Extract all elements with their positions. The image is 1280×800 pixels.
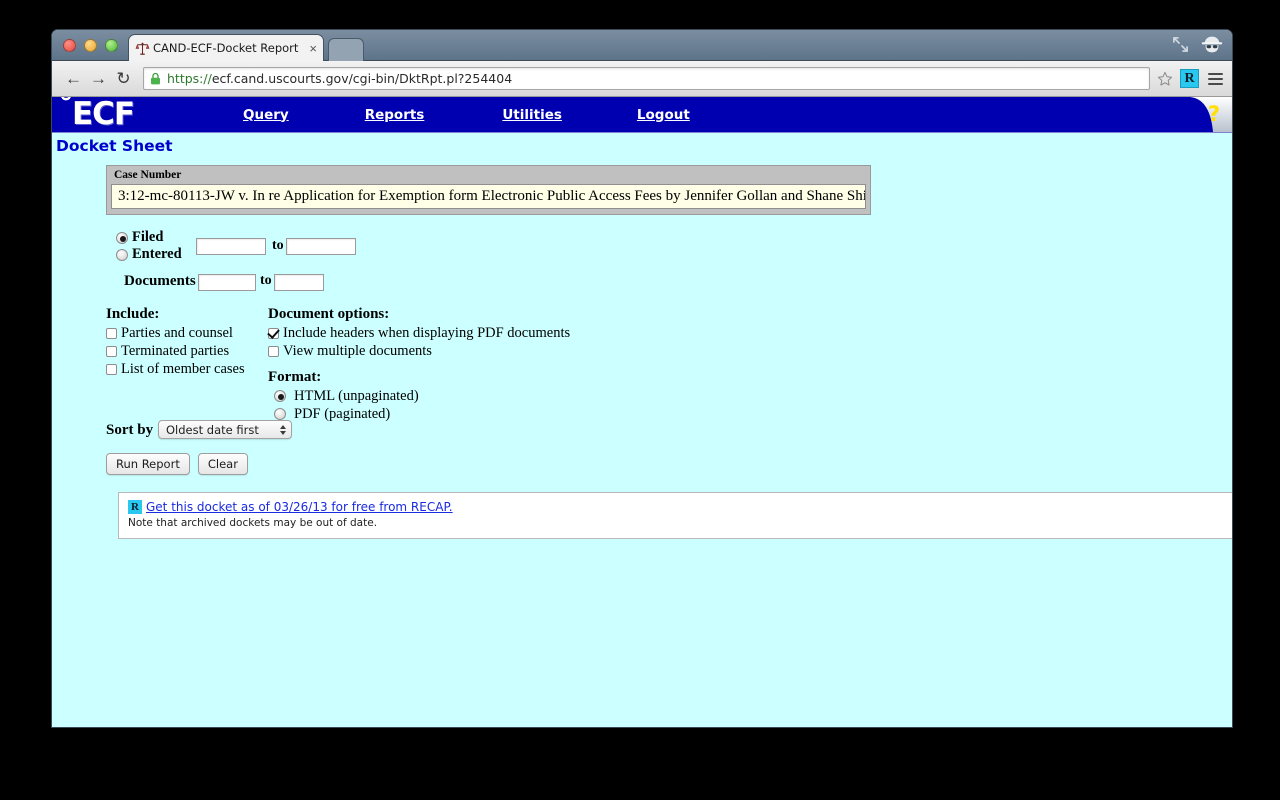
list-of-member-cases-label: List of member cases [121, 360, 245, 377]
radio-row-html[interactable]: HTML (unpaginated) [268, 387, 688, 405]
nav-item-logout[interactable]: Logout [637, 107, 690, 123]
terminated-parties-label: Terminated parties [121, 342, 230, 359]
checkbox-row-view-multiple[interactable]: View multiple documents [268, 342, 688, 360]
cmecf-navigation-bar: CM ECF Query Reports Utilities Logout [52, 97, 1232, 132]
forward-button[interactable]: → [86, 66, 111, 91]
document-options-heading: Document options: [268, 306, 390, 322]
radio-option-filed[interactable]: Filed [116, 229, 182, 246]
browser-tab[interactable]: CAND-ECF-Docket Report × [128, 34, 324, 61]
form-button-row: Run Report Clear [106, 453, 1232, 475]
recap-extension-icon[interactable]: R [1180, 69, 1199, 88]
documents-to-input[interactable] [274, 274, 324, 291]
back-button[interactable]: ← [61, 66, 86, 91]
nav-item-utilities[interactable]: Utilities [502, 107, 562, 123]
include-headers-checkbox[interactable] [268, 327, 279, 339]
question-mark-help-icon[interactable]: ? [1180, 97, 1232, 132]
incognito-icon[interactable] [1200, 35, 1224, 54]
cmecf-logo: CM ECF [58, 97, 150, 132]
date-type-radio-group: Filed Entered [116, 229, 182, 263]
sort-by-label: Sort by [106, 422, 154, 438]
browser-toolbar: ← → ↻ https://ecf.cand.uscourts.gov/cgi-… [52, 61, 1232, 97]
bookmark-star-icon[interactable] [1157, 71, 1173, 87]
document-options-column: Document options: Include headers when d… [268, 306, 688, 423]
window-right-controls [1172, 35, 1224, 54]
filed-radio[interactable] [116, 231, 128, 244]
recap-badge-icon: R [128, 500, 142, 514]
address-bar[interactable]: https://ecf.cand.uscourts.gov/cgi-bin/Dk… [143, 67, 1150, 90]
documents-range-row: Documents to [106, 271, 1232, 297]
date-to-word: to [272, 238, 284, 253]
tab-close-icon[interactable]: × [309, 42, 317, 55]
view-multiple-documents-label: View multiple documents [283, 342, 432, 359]
browser-tab-strip: CAND-ECF-Docket Report × [52, 30, 1232, 61]
scales-of-justice-icon [135, 42, 150, 55]
cmecf-logo-ecf: ECF [72, 97, 135, 132]
format-heading: Format: [268, 369, 322, 385]
options-section: Include: Parties and counsel Terminated … [106, 306, 1232, 422]
sort-row: Sort by Oldest date first [106, 420, 1232, 446]
case-number-field[interactable]: 3:12-mc-80113-JW v. In re Application fo… [111, 184, 866, 209]
url-rest: ecf.cand.uscourts.gov/cgi-bin/DktRpt.pl?… [211, 71, 513, 86]
include-headers-label: Include headers when displaying PDF docu… [283, 324, 571, 341]
window-maximize-button[interactable] [105, 39, 118, 52]
entered-label: Entered [132, 246, 182, 262]
sort-by-value: Oldest date first [166, 422, 259, 437]
svg-text:?: ? [1208, 102, 1220, 126]
recap-banner-link-row: R Get this docket as of 03/26/13 for fre… [128, 500, 1232, 514]
date-from-input[interactable] [196, 238, 266, 255]
terminated-parties-checkbox[interactable] [106, 345, 117, 357]
padlock-icon [151, 72, 160, 85]
browser-tab-title: CAND-ECF-Docket Report [153, 41, 299, 55]
pdf-paginated-radio[interactable] [274, 408, 286, 420]
reload-button[interactable]: ↻ [111, 66, 136, 91]
device-bezel: CAND-ECF-Docket Report × ← → ↻ https://e… [0, 0, 1280, 800]
recap-download-link[interactable]: Get this docket as of 03/26/13 for free … [146, 500, 453, 514]
include-heading: Include: [106, 306, 160, 322]
browser-window: CAND-ECF-Docket Report × ← → ↻ https://e… [52, 30, 1232, 727]
checkbox-row-terminated-parties[interactable]: Terminated parties [106, 342, 271, 360]
include-column: Include: Parties and counsel Terminated … [106, 306, 271, 378]
sort-by-select[interactable]: Oldest date first [158, 420, 292, 439]
stepper-arrows-icon [275, 421, 291, 438]
date-to-input[interactable] [286, 238, 356, 255]
run-report-button[interactable]: Run Report [106, 453, 190, 475]
html-unpaginated-label: HTML (unpaginated) [294, 387, 419, 404]
checkbox-row-parties-counsel[interactable]: Parties and counsel [106, 324, 271, 342]
hamburger-menu-icon[interactable] [1208, 70, 1223, 88]
nav-item-reports[interactable]: Reports [365, 107, 425, 123]
documents-to-word: to [260, 273, 272, 288]
list-of-member-cases-checkbox[interactable] [106, 363, 117, 375]
nav-item-query[interactable]: Query [243, 107, 289, 123]
entered-radio[interactable] [116, 248, 128, 261]
docket-report-form: Filed Entered to Documents to Include: P… [106, 229, 1232, 539]
parties-and-counsel-checkbox[interactable] [106, 327, 117, 339]
view-multiple-documents-checkbox[interactable] [268, 345, 279, 357]
documents-label: Documents [124, 273, 196, 289]
clear-button[interactable]: Clear [197, 453, 248, 475]
html-unpaginated-radio[interactable] [274, 390, 286, 402]
new-tab-button[interactable] [328, 38, 364, 61]
url-scheme: https:// [167, 71, 212, 86]
page-title: Docket Sheet [52, 132, 1232, 155]
checkbox-row-member-cases[interactable]: List of member cases [106, 360, 271, 378]
page-content: CM ECF Query Reports Utilities Logout [52, 97, 1232, 727]
documents-from-input[interactable] [198, 274, 256, 291]
case-number-label: Case Number [114, 169, 182, 181]
parties-and-counsel-label: Parties and counsel [121, 324, 233, 341]
address-bar-url: https://ecf.cand.uscourts.gov/cgi-bin/Dk… [167, 71, 512, 86]
window-close-button[interactable] [63, 39, 76, 52]
radio-option-entered[interactable]: Entered [116, 246, 182, 263]
case-number-panel: Case Number 3:12-mc-80113-JW v. In re Ap… [106, 165, 871, 215]
fullscreen-arrows-icon[interactable] [1172, 36, 1189, 53]
filed-label: Filed [132, 229, 164, 245]
date-filter-row: Filed Entered to [106, 229, 1232, 271]
checkbox-row-include-headers[interactable]: Include headers when displaying PDF docu… [268, 324, 688, 342]
recap-banner: R Get this docket as of 03/26/13 for fre… [118, 492, 1232, 539]
recap-banner-note: Note that archived dockets may be out of… [128, 517, 378, 529]
window-minimize-button[interactable] [84, 39, 97, 52]
